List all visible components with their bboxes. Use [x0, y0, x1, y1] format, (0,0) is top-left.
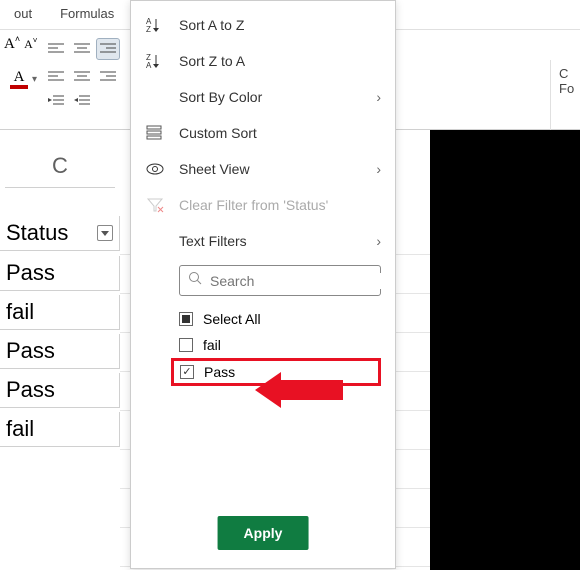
sort-za-icon: ZA: [145, 51, 165, 71]
cell-row-4[interactable]: Pass: [0, 373, 120, 408]
indent-increase-button[interactable]: [70, 90, 94, 112]
custom-sort-item[interactable]: Custom Sort: [131, 115, 395, 151]
eye-icon: [145, 159, 165, 179]
filter-option-label: Select All: [203, 311, 261, 327]
cell-row-5[interactable]: fail: [0, 412, 120, 447]
text-filters-item[interactable]: Text Filters ›: [131, 223, 395, 259]
align-top-left-button[interactable]: [44, 38, 68, 60]
ribbon-tab-formulas[interactable]: Formulas: [46, 0, 128, 29]
blank-icon: [145, 87, 165, 107]
ribbon-tab-layout[interactable]: out: [0, 0, 46, 29]
filter-dropdown-button[interactable]: [97, 225, 113, 241]
svg-text:Z: Z: [146, 25, 151, 34]
cell-row-2[interactable]: fail: [0, 295, 120, 330]
indent-decrease-button[interactable]: [44, 90, 68, 112]
chevron-right-icon: ›: [376, 233, 381, 249]
chevron-down-icon[interactable]: ▾: [32, 74, 37, 85]
align-middle-left-button[interactable]: [44, 64, 68, 86]
annotation-arrow: [255, 368, 345, 417]
align-middle-right-button[interactable]: [96, 64, 120, 86]
filter-option-select-all[interactable]: Select All: [179, 306, 381, 332]
filter-option-label: fail: [203, 337, 221, 353]
cell-row-3[interactable]: Pass: [0, 334, 120, 369]
clear-filter-icon: [145, 195, 165, 215]
cell-row-1[interactable]: Pass: [0, 256, 120, 291]
align-top-center-button[interactable]: [70, 38, 94, 60]
obscured-region: [430, 130, 580, 570]
svg-text:A: A: [146, 61, 152, 70]
menu-label: Clear Filter from 'Status': [179, 197, 381, 213]
chevron-right-icon: ›: [376, 161, 381, 177]
sort-z-to-a-item[interactable]: ZA Sort Z to A: [131, 43, 395, 79]
filter-option-fail[interactable]: fail: [179, 332, 381, 358]
checkbox-checked-icon: [180, 365, 194, 379]
apply-button[interactable]: Apply: [218, 516, 309, 550]
custom-sort-icon: [145, 123, 165, 143]
chevron-right-icon: ›: [376, 89, 381, 105]
clear-filter-item: Clear Filter from 'Status': [131, 187, 395, 223]
column-header-c[interactable]: C: [5, 145, 115, 188]
menu-label: Sort By Color: [179, 89, 362, 105]
menu-label: Sort A to Z: [179, 17, 381, 33]
menu-label: Sort Z to A: [179, 53, 381, 69]
cell-header-status[interactable]: Status: [0, 216, 120, 251]
sort-a-to-z-item[interactable]: AZ Sort A to Z: [131, 7, 395, 43]
sort-by-color-item[interactable]: Sort By Color ›: [131, 79, 395, 115]
align-top-right-button[interactable]: [96, 38, 120, 60]
font-color-swatch: [10, 85, 28, 89]
filter-search-box[interactable]: [179, 265, 381, 296]
font-color-button[interactable]: A: [10, 70, 28, 89]
blank-icon: [145, 231, 165, 251]
filter-search-input[interactable]: [210, 273, 391, 289]
filter-option-label: Pass: [204, 364, 235, 380]
font-size-decrease-button[interactable]: A˅: [24, 36, 37, 52]
sheet-view-item[interactable]: Sheet View ›: [131, 151, 395, 187]
search-icon: [188, 271, 202, 290]
filter-dropdown-panel: AZ Sort A to Z ZA Sort Z to A Sort By Co…: [130, 0, 396, 569]
checkbox-unchecked-icon: [179, 338, 193, 352]
checkbox-indeterminate-icon: [179, 312, 193, 326]
align-middle-center-button[interactable]: [70, 64, 94, 86]
header-label: Status: [6, 220, 68, 246]
sort-az-icon: AZ: [145, 15, 165, 35]
font-size-increase-button[interactable]: A˄: [4, 34, 20, 53]
menu-label: Custom Sort: [179, 125, 381, 141]
menu-label: Sheet View: [179, 161, 362, 177]
menu-label: Text Filters: [179, 233, 362, 249]
